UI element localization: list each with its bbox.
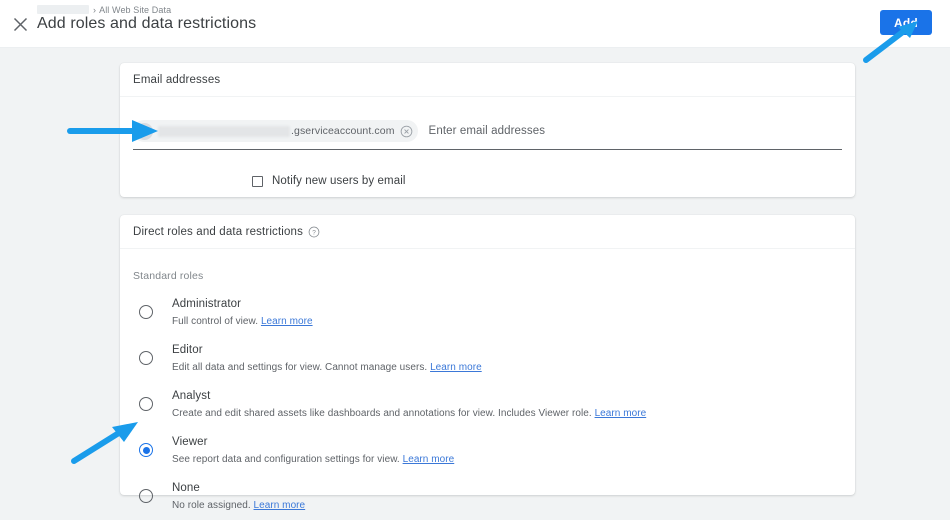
checkbox-unchecked-icon (252, 175, 263, 187)
email-chip-domain: .gserviceaccount.com (291, 125, 395, 137)
breadcrumb-account-redacted (37, 5, 89, 14)
role-desc-text-analyst: Create and edit shared assets like dashb… (172, 408, 592, 419)
role-name-administrator: Administrator (172, 298, 242, 310)
close-button[interactable] (8, 12, 32, 36)
learn-more-link-administrator[interactable]: Learn more (261, 316, 313, 327)
role-desc-editor: Edit all data and settings for view. Can… (172, 360, 482, 375)
radio-none[interactable] (139, 489, 153, 503)
learn-more-link-analyst[interactable]: Learn more (595, 408, 647, 419)
learn-more-link-none[interactable]: Learn more (254, 500, 306, 511)
email-chip-redacted-value (158, 125, 290, 137)
email-chip[interactable]: .gserviceaccount.com (133, 120, 418, 142)
role-name-analyst: Analyst (172, 390, 211, 402)
email-input-row[interactable]: .gserviceaccount.com Enter email address… (133, 117, 842, 150)
role-desc-text-none: No role assigned. (172, 500, 251, 511)
add-button[interactable]: Add (880, 10, 932, 35)
breadcrumb-view-name: All Web Site Data (99, 4, 172, 15)
radio-editor[interactable] (139, 351, 153, 365)
learn-more-link-editor[interactable]: Learn more (430, 362, 482, 373)
role-option-analyst[interactable]: Analyst Create and edit shared assets li… (120, 382, 855, 428)
email-input[interactable]: Enter email addresses (429, 125, 842, 137)
role-name-none: None (172, 482, 200, 494)
role-option-none[interactable]: None No role assigned. Learn more (120, 474, 855, 520)
radio-viewer[interactable] (139, 443, 153, 457)
role-name-viewer: Viewer (172, 436, 208, 448)
role-option-editor[interactable]: Editor Edit all data and settings for vi… (120, 336, 855, 382)
radio-administrator[interactable] (139, 305, 153, 319)
notify-new-users-label: Notify new users by email (272, 175, 406, 187)
notify-new-users-checkbox[interactable]: Notify new users by email (252, 175, 406, 187)
app-header: › All Web Site Data Add roles and data r… (0, 0, 950, 48)
email-card-title: Email addresses (133, 73, 221, 86)
role-option-administrator[interactable]: Administrator Full control of view. Lear… (120, 290, 855, 336)
role-desc-analyst: Create and edit shared assets like dashb… (172, 406, 646, 421)
standard-roles-label: Standard roles (133, 270, 204, 282)
role-desc-text-administrator: Full control of view. (172, 316, 259, 327)
email-card-header: Email addresses (120, 63, 855, 97)
roles-card-header: Direct roles and data restrictions ? (120, 215, 855, 249)
role-desc-text-viewer: See report data and configuration settin… (172, 454, 400, 465)
learn-more-link-viewer[interactable]: Learn more (403, 454, 455, 465)
svg-text:?: ? (312, 229, 316, 236)
help-circle-icon[interactable]: ? (308, 226, 320, 238)
close-circle-icon[interactable] (400, 125, 413, 138)
role-name-editor: Editor (172, 344, 203, 356)
role-option-viewer[interactable]: Viewer See report data and configuration… (120, 428, 855, 474)
breadcrumb-separator: › (93, 4, 97, 15)
roles-card-title: Direct roles and data restrictions (133, 225, 304, 238)
role-desc-text-editor: Edit all data and settings for view. Can… (172, 362, 428, 373)
close-icon (13, 17, 27, 31)
role-desc-none: No role assigned. Learn more (172, 498, 305, 513)
email-addresses-card: Email addresses .gserviceaccount.com Ent… (120, 63, 855, 197)
role-desc-administrator: Full control of view. Learn more (172, 314, 313, 329)
standard-roles-list: Administrator Full control of view. Lear… (120, 290, 855, 520)
person-icon (136, 122, 153, 140)
role-desc-viewer: See report data and configuration settin… (172, 452, 454, 467)
page-title: Add roles and data restrictions (37, 15, 257, 32)
direct-roles-card: Direct roles and data restrictions ? Sta… (120, 215, 855, 511)
radio-analyst[interactable] (139, 397, 153, 411)
